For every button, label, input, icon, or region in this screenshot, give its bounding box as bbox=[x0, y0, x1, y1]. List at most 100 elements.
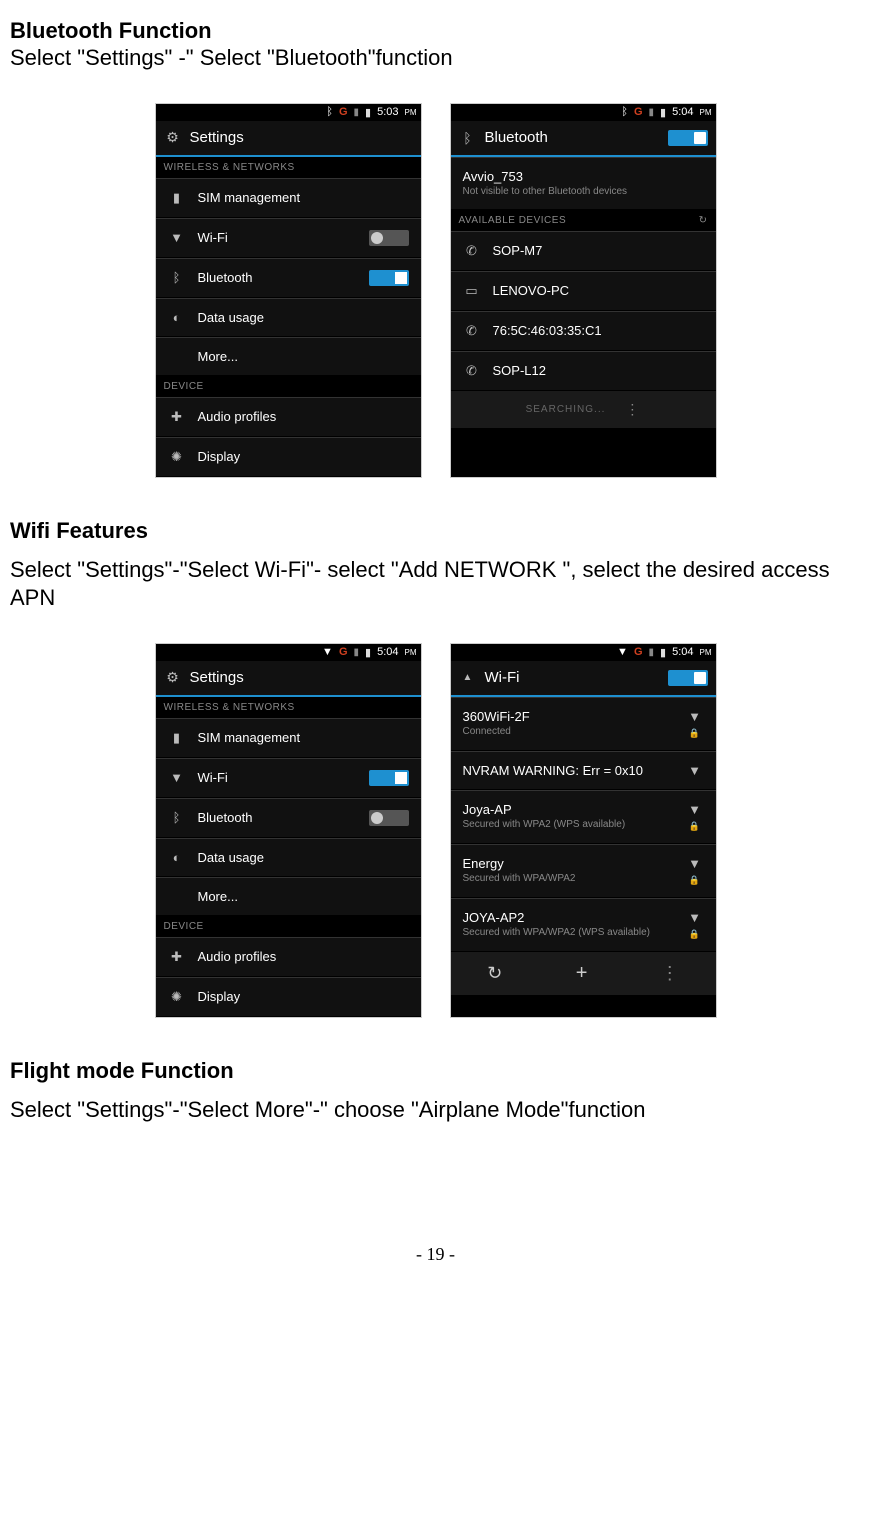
header-bluetooth: Bluetooth bbox=[451, 121, 716, 157]
statusbar: ▼ G 5:04 PM bbox=[156, 644, 421, 661]
wifi-signal-lock-icon: ▼ bbox=[686, 856, 704, 886]
row-device-1[interactable]: SOP-M7 bbox=[451, 231, 716, 271]
row-data[interactable]: ◐Data usage bbox=[156, 298, 421, 337]
network-g: G bbox=[339, 646, 348, 658]
data-icon: ◐ bbox=[168, 310, 186, 325]
label: Data usage bbox=[198, 850, 409, 865]
row-bluetooth[interactable]: ᛒ Bluetooth bbox=[156, 258, 421, 298]
wifi-bottom-bar bbox=[451, 952, 716, 995]
wifi-toggle[interactable] bbox=[369, 230, 409, 246]
gear-icon bbox=[164, 669, 182, 687]
status: Connected bbox=[463, 726, 674, 738]
row-wifi[interactable]: ▼Wi-Fi bbox=[156, 758, 421, 798]
gear-icon bbox=[164, 129, 182, 147]
searching-text: SEARCHING... bbox=[526, 404, 606, 415]
header-settings: Settings bbox=[156, 661, 421, 697]
bt-toggle[interactable] bbox=[369, 810, 409, 826]
row-bluetooth[interactable]: ᛒBluetooth bbox=[156, 798, 421, 838]
group-wireless: WIRELESS & NETWORKS bbox=[156, 157, 421, 178]
label: SIM management bbox=[198, 730, 409, 745]
searching-bar: SEARCHING... bbox=[451, 391, 716, 428]
row-more[interactable]: More... bbox=[156, 337, 421, 376]
label: Audio profiles bbox=[198, 949, 409, 964]
pm: PM bbox=[700, 108, 712, 117]
row-display[interactable]: ✺Display bbox=[156, 437, 421, 477]
section-body-flight: Select "Settings"-"Select More"-" choose… bbox=[10, 1096, 861, 1125]
sim-icon: ▮ bbox=[168, 730, 186, 746]
ssid: Joya-AP bbox=[463, 802, 674, 817]
phone-settings-wifi: ▼ G 5:04 PM Settings WIRELESS & NETWORKS… bbox=[155, 643, 422, 1018]
group-device: DEVICE bbox=[156, 376, 421, 397]
battery-icon bbox=[660, 106, 666, 119]
header-wifi: Wi-Fi bbox=[451, 661, 716, 697]
display-icon: ✺ bbox=[168, 989, 186, 1005]
bt-icon: ᛒ bbox=[168, 270, 186, 285]
header-title: Wi-Fi bbox=[485, 669, 520, 686]
header-settings: Settings bbox=[156, 121, 421, 157]
row-network-4[interactable]: EnergySecured with WPA/WPA2 ▼ bbox=[451, 844, 716, 898]
bt-icon: ᛒ bbox=[326, 106, 333, 118]
battery-icon bbox=[365, 646, 371, 659]
row-device-2[interactable]: LENOVO-PC bbox=[451, 271, 716, 311]
row-sim[interactable]: ▮ SIM management bbox=[156, 718, 421, 758]
wifi-master-toggle[interactable] bbox=[668, 670, 708, 686]
group-label: AVAILABLE DEVICES bbox=[459, 215, 567, 226]
label: Bluetooth bbox=[198, 270, 357, 285]
bt-master-toggle[interactable] bbox=[668, 130, 708, 146]
phone-icon bbox=[463, 363, 481, 379]
label: More... bbox=[198, 889, 409, 904]
time: 5:04 bbox=[377, 646, 398, 658]
row-more[interactable]: More... bbox=[156, 877, 421, 916]
status: Secured with WPA/WPA2 (WPS available) bbox=[463, 927, 674, 939]
row-data[interactable]: ◐ Data usage bbox=[156, 838, 421, 877]
overflow-icon[interactable] bbox=[661, 963, 679, 984]
row-self-device[interactable]: Avvio_753 Not visible to other Bluetooth… bbox=[451, 157, 716, 210]
scan-icon[interactable] bbox=[487, 963, 502, 984]
label: SOP-L12 bbox=[493, 363, 704, 378]
ssid: NVRAM WARNING: Err = 0x10 bbox=[463, 763, 674, 778]
section-title-flight: Flight mode Function bbox=[10, 1058, 861, 1084]
row-sim[interactable]: ▮SIM management bbox=[156, 178, 421, 218]
row-audio[interactable]: ✚Audio profiles bbox=[156, 397, 421, 437]
row-wifi[interactable]: ▼Wi-Fi bbox=[156, 218, 421, 258]
row-network-3[interactable]: Joya-APSecured with WPA2 (WPS available)… bbox=[451, 790, 716, 844]
statusbar: ᛒ G 5:03 PM bbox=[156, 104, 421, 121]
device-name: Avvio_753 bbox=[463, 169, 704, 184]
battery-icon bbox=[365, 106, 371, 119]
pm: PM bbox=[405, 108, 417, 117]
bt-header-icon bbox=[459, 129, 477, 147]
refresh-icon[interactable] bbox=[699, 215, 708, 226]
pm: PM bbox=[405, 648, 417, 657]
header-title: Settings bbox=[190, 129, 244, 146]
row-device-4[interactable]: SOP-L12 bbox=[451, 351, 716, 391]
bt-toggle[interactable] bbox=[369, 270, 409, 286]
label: LENOVO-PC bbox=[493, 283, 704, 298]
label: SIM management bbox=[198, 190, 409, 205]
row-network-5[interactable]: JOYA-AP2 Secured with WPA/WPA2 (WPS avail… bbox=[451, 898, 716, 952]
screenshots-bluetooth: ᛒ G 5:03 PM Settings WIRELESS & NETWORKS… bbox=[10, 103, 861, 478]
phone-icon bbox=[463, 323, 481, 339]
bt-icon: ᛒ bbox=[168, 810, 186, 825]
label: Wi-Fi bbox=[198, 230, 357, 245]
row-display[interactable]: ✺Display bbox=[156, 977, 421, 1017]
page-number: - 19 - bbox=[10, 1244, 861, 1265]
data-icon: ◐ bbox=[168, 850, 186, 865]
section-body-wifi: Select "Settings"-"Select Wi-Fi"- select… bbox=[10, 556, 861, 613]
add-network-icon[interactable] bbox=[576, 962, 588, 985]
label: 76:5C:46:03:35:C1 bbox=[493, 323, 704, 338]
row-network-2[interactable]: NVRAM WARNING: Err = 0x10 ▼ bbox=[451, 751, 716, 790]
screenshots-wifi: ▼ G 5:04 PM Settings WIRELESS & NETWORKS… bbox=[10, 643, 861, 1018]
status: Secured with WPA/WPA2 bbox=[463, 873, 674, 885]
row-device-3[interactable]: 76:5C:46:03:35:C1 bbox=[451, 311, 716, 351]
row-network-1[interactable]: 360WiFi-2FConnected ▼ bbox=[451, 697, 716, 751]
overflow-icon[interactable] bbox=[625, 401, 640, 418]
group-available: AVAILABLE DEVICES bbox=[451, 210, 716, 231]
section-body-bluetooth: Select "Settings" -" Select "Bluetooth"f… bbox=[10, 44, 861, 73]
audio-icon: ✚ bbox=[168, 949, 186, 965]
row-audio[interactable]: ✚ Audio profiles bbox=[156, 937, 421, 977]
signal-icon bbox=[354, 106, 360, 118]
ssid: JOYA-AP2 bbox=[463, 910, 674, 925]
wifi-toggle[interactable] bbox=[369, 770, 409, 786]
bt-icon: ᛒ bbox=[621, 106, 628, 118]
section-title-bluetooth: Bluetooth Function bbox=[10, 18, 861, 44]
